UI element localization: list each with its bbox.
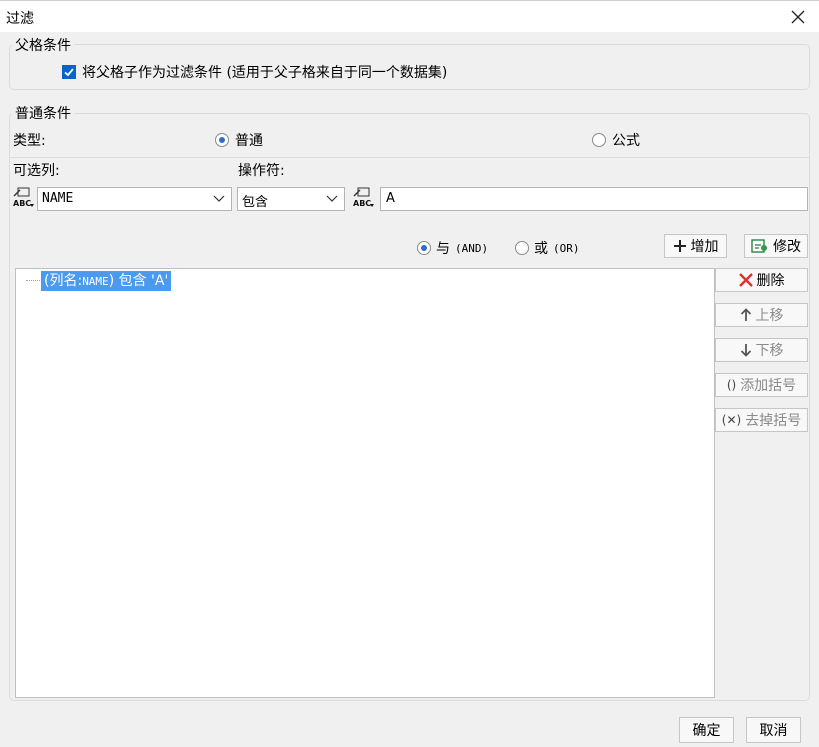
parent-condition-checkbox-row[interactable]: 将父格子作为过滤条件 (适用于父子格来自于同一个数据集)	[62, 62, 447, 82]
add-button[interactable]: 增加	[664, 234, 727, 258]
chevron-down-icon[interactable]	[320, 188, 344, 210]
type-option-formula: 公式	[612, 133, 640, 149]
delete-button[interactable]: 删除	[715, 268, 808, 292]
condition-column: NAME	[82, 275, 109, 288]
logic-and-option[interactable]: 与 (AND)	[417, 238, 488, 258]
modify-button-label: 修改	[773, 239, 801, 255]
window-title: 过滤	[6, 11, 34, 27]
normal-condition-legend: 普通条件	[12, 103, 74, 123]
type-option-normal: 普通	[235, 133, 263, 149]
move-up-label: 上移	[755, 308, 784, 324]
radio-and[interactable]	[417, 241, 431, 255]
tree-connector	[26, 280, 40, 281]
value-type-icon[interactable]: ABC	[352, 186, 376, 210]
move-down-label: 下移	[755, 343, 784, 359]
radio-formula[interactable]	[592, 133, 606, 147]
column-select-value: NAME	[42, 191, 74, 206]
radio-or[interactable]	[515, 241, 529, 255]
and-code: (AND)	[455, 241, 489, 255]
parent-condition-checkbox[interactable]	[62, 65, 76, 79]
add-button-label: 增加	[690, 239, 719, 255]
delete-icon	[738, 273, 753, 287]
condition-item[interactable]: (列名:NAME) 包含 'A'	[41, 271, 172, 291]
column-label: 可选列:	[13, 163, 60, 179]
and-label: 与	[436, 241, 450, 257]
ok-button-label: 确定	[692, 723, 721, 739]
modify-icon	[751, 239, 767, 253]
condition-tree[interactable]: (列名:NAME) 包含 'A'	[15, 268, 715, 698]
remove-bracket-button[interactable]: (✕) 去掉括号	[715, 408, 808, 432]
move-down-button[interactable]: 下移	[715, 338, 808, 362]
type-label: 类型:	[13, 133, 46, 149]
operator-label: 操作符:	[238, 163, 285, 179]
value-input[interactable]: A	[380, 187, 808, 211]
bracket-icon: ()	[726, 378, 737, 392]
or-code: (OR)	[553, 241, 580, 255]
ok-button[interactable]: 确定	[679, 717, 734, 743]
parent-condition-label: 将父格子作为过滤条件 (适用于父子格来自于同一个数据集)	[82, 65, 448, 81]
operator-select-value: 包含	[242, 195, 269, 210]
close-icon	[791, 10, 805, 24]
radio-normal[interactable]	[215, 133, 229, 147]
move-up-button[interactable]: 上移	[715, 303, 808, 327]
arrow-down-icon	[740, 344, 751, 357]
svg-text:ABC: ABC	[353, 199, 371, 208]
chevron-down-icon[interactable]	[207, 188, 231, 210]
checkmark-icon	[64, 68, 74, 77]
remove-bracket-label: 去掉括号	[745, 413, 802, 429]
column-type-icon[interactable]: ABC	[12, 186, 36, 210]
plus-icon	[673, 240, 686, 252]
type-divider	[10, 157, 809, 158]
svg-text:ABC: ABC	[13, 199, 31, 208]
add-bracket-button[interactable]: () 添加括号	[715, 373, 808, 397]
arrow-up-icon	[740, 308, 751, 321]
modify-button[interactable]: 修改	[744, 234, 808, 258]
title-bar: 过滤	[0, 0, 819, 32]
remove-bracket-icon: (✕)	[721, 413, 742, 427]
column-select[interactable]: NAME	[37, 187, 232, 211]
close-button[interactable]	[787, 6, 809, 28]
add-bracket-label: 添加括号	[740, 378, 797, 394]
value-input-text: A	[386, 191, 395, 206]
type-radio-normal[interactable]: 普通	[215, 130, 263, 150]
delete-button-label: 删除	[756, 273, 785, 289]
logic-or-option[interactable]: 或 (OR)	[515, 238, 580, 258]
operator-select[interactable]: 包含	[237, 187, 345, 211]
or-label: 或	[534, 241, 548, 257]
type-radio-formula[interactable]: 公式	[592, 130, 640, 150]
cancel-button[interactable]: 取消	[746, 717, 801, 743]
parent-condition-legend: 父格条件	[12, 35, 74, 55]
cancel-button-label: 取消	[759, 723, 788, 739]
